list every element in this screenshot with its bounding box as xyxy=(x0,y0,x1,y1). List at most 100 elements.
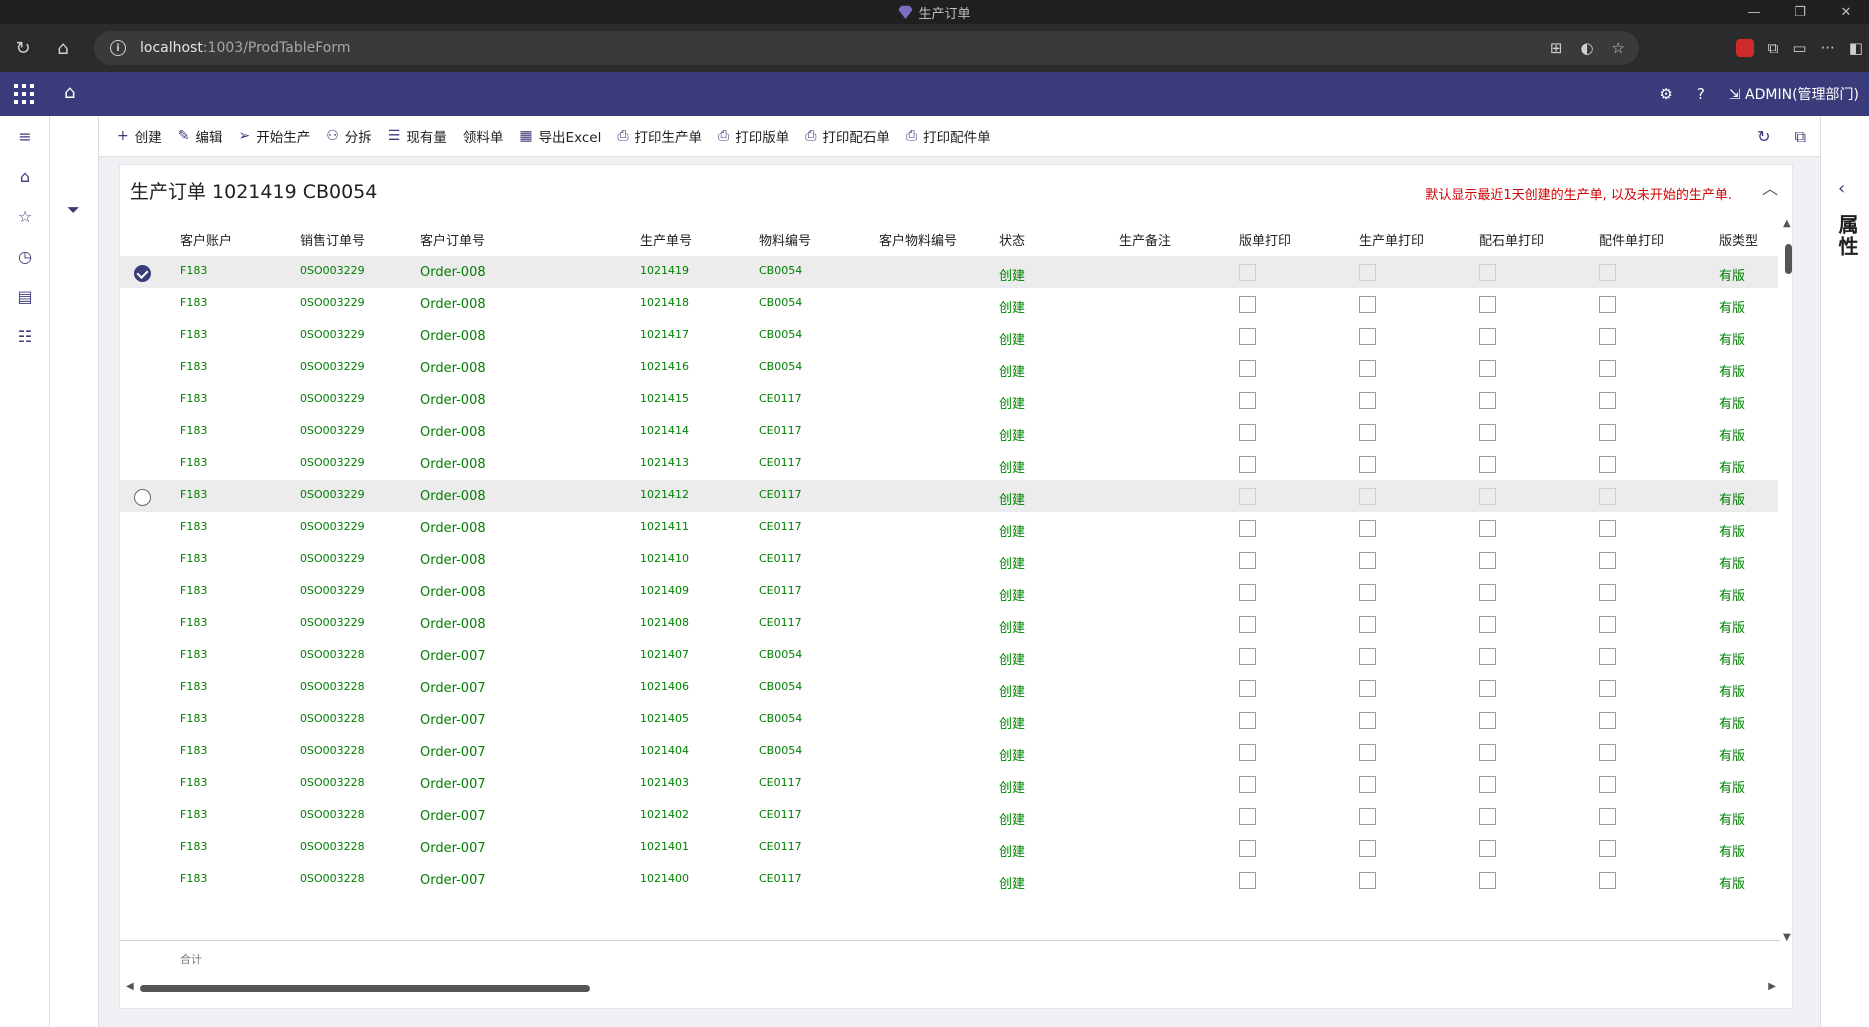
cell-type[interactable]: 有版 xyxy=(1719,777,1745,796)
cell-acct[interactable]: F183 xyxy=(180,424,207,437)
cell-acct[interactable]: F183 xyxy=(180,872,207,885)
cell-acct[interactable]: F183 xyxy=(180,392,207,405)
table-row[interactable]: F183 0SO003228 Order-007 1021402 CE0117 创建 有版 xyxy=(120,800,1778,832)
cell-item[interactable]: CE0117 xyxy=(759,616,802,629)
cell-cust-order[interactable]: Order-008 xyxy=(420,553,486,568)
cell-so[interactable]: 0SO003228 xyxy=(300,808,365,821)
cell-status[interactable]: 创建 xyxy=(999,777,1025,796)
hamburger-menu-icon[interactable]: ≡ xyxy=(15,126,35,146)
print-flag-checkbox[interactable] xyxy=(1359,744,1376,761)
print-flag-checkbox[interactable] xyxy=(1359,648,1376,665)
cell-type[interactable]: 有版 xyxy=(1719,361,1745,380)
print-flag-checkbox[interactable] xyxy=(1239,520,1256,537)
cell-item[interactable]: CE0117 xyxy=(759,424,802,437)
home-icon[interactable]: ⌂ xyxy=(64,82,75,103)
edit-button[interactable]: ✎ 编辑 xyxy=(178,126,223,146)
cell-so[interactable]: 0SO003229 xyxy=(300,520,365,533)
cell-acct[interactable]: F183 xyxy=(180,616,207,629)
cell-item[interactable]: CB0054 xyxy=(759,744,802,757)
print-flag-checkbox[interactable] xyxy=(1479,616,1496,633)
cell-type[interactable]: 有版 xyxy=(1719,521,1745,540)
print-flag-checkbox[interactable] xyxy=(1359,552,1376,569)
col-header[interactable]: 客户订单号 xyxy=(420,230,485,249)
cell-status[interactable]: 创建 xyxy=(999,393,1025,412)
cell-prod-no[interactable]: 1021404 xyxy=(640,744,689,757)
cell-prod-no[interactable]: 1021410 xyxy=(640,552,689,565)
app-available-icon[interactable]: ⊞ xyxy=(1550,39,1563,57)
cell-prod-no[interactable]: 1021412 xyxy=(640,488,689,501)
print-flag-checkbox[interactable] xyxy=(1599,584,1616,601)
print-flag-checkbox[interactable] xyxy=(1239,264,1256,281)
print-flag-checkbox[interactable] xyxy=(1479,296,1496,313)
print-flag-checkbox[interactable] xyxy=(1479,456,1496,473)
print-flag-checkbox[interactable] xyxy=(1239,744,1256,761)
cell-item[interactable]: CB0054 xyxy=(759,712,802,725)
print-flag-checkbox[interactable] xyxy=(1479,776,1496,793)
scroll-thumb[interactable] xyxy=(140,985,590,992)
print-flag-checkbox[interactable] xyxy=(1479,744,1496,761)
col-header[interactable]: 生产备注 xyxy=(1119,230,1171,249)
col-header[interactable]: 物料编号 xyxy=(759,230,811,249)
print-flag-checkbox[interactable] xyxy=(1359,488,1376,505)
cell-type[interactable]: 有版 xyxy=(1719,841,1745,860)
cell-cust-order[interactable]: Order-008 xyxy=(420,521,486,536)
cell-item[interactable]: CB0054 xyxy=(759,296,802,309)
cell-cust-order[interactable]: Order-007 xyxy=(420,713,486,728)
refresh-icon[interactable]: ↻ xyxy=(1757,127,1770,146)
cell-prod-no[interactable]: 1021408 xyxy=(640,616,689,629)
cell-cust-order[interactable]: Order-008 xyxy=(420,425,486,440)
cell-prod-no[interactable]: 1021406 xyxy=(640,680,689,693)
print-flag-checkbox[interactable] xyxy=(1239,776,1256,793)
table-row[interactable]: F183 0SO003229 Order-008 1021410 CE0117 创建 有版 xyxy=(120,544,1778,576)
print-flag-checkbox[interactable] xyxy=(1599,776,1616,793)
print-flag-checkbox[interactable] xyxy=(1599,808,1616,825)
cell-type[interactable]: 有版 xyxy=(1719,489,1745,508)
url-text[interactable]: localhost:1003/ProdTableForm xyxy=(140,40,350,56)
cell-status[interactable]: 创建 xyxy=(999,617,1025,636)
app-launcher-icon[interactable] xyxy=(14,84,34,104)
table-row[interactable]: F183 0SO003229 Order-008 1021418 CB0054 创建 有版 xyxy=(120,288,1778,320)
print-flag-checkbox[interactable] xyxy=(1239,872,1256,889)
table-row[interactable]: F183 0SO003228 Order-007 1021406 CB0054 创建 有版 xyxy=(120,672,1778,704)
print-flag-checkbox[interactable] xyxy=(1239,328,1256,345)
cell-cust-order[interactable]: Order-008 xyxy=(420,393,486,408)
cell-prod-no[interactable]: 1021418 xyxy=(640,296,689,309)
cell-so[interactable]: 0SO003229 xyxy=(300,328,365,341)
print-flag-checkbox[interactable] xyxy=(1479,264,1496,281)
print-flag-checkbox[interactable] xyxy=(1599,872,1616,889)
print-flag-checkbox[interactable] xyxy=(1599,616,1616,633)
cell-cust-order[interactable]: Order-008 xyxy=(420,585,486,600)
cell-prod-no[interactable]: 1021401 xyxy=(640,840,689,853)
cell-prod-no[interactable]: 1021413 xyxy=(640,456,689,469)
cell-status[interactable]: 创建 xyxy=(999,809,1025,828)
print-flag-checkbox[interactable] xyxy=(1359,616,1376,633)
reload-icon[interactable]: ↻ xyxy=(6,31,40,65)
cell-acct[interactable]: F183 xyxy=(180,744,207,757)
print-flag-checkbox[interactable] xyxy=(1359,264,1376,281)
cell-acct[interactable]: F183 xyxy=(180,360,207,373)
table-row[interactable]: F183 0SO003228 Order-007 1021403 CE0117 创建 有版 xyxy=(120,768,1778,800)
print-flag-checkbox[interactable] xyxy=(1239,456,1256,473)
site-info-icon[interactable]: i xyxy=(110,40,126,56)
table-row[interactable]: F183 0SO003229 Order-008 1021419 CB0054 创建 有版 xyxy=(120,256,1778,288)
cell-status[interactable]: 创建 xyxy=(999,649,1025,668)
cell-type[interactable]: 有版 xyxy=(1719,649,1745,668)
print-flag-checkbox[interactable] xyxy=(1479,392,1496,409)
cell-type[interactable]: 有版 xyxy=(1719,809,1745,828)
cell-so[interactable]: 0SO003229 xyxy=(300,456,365,469)
cell-item[interactable]: CB0054 xyxy=(759,264,802,277)
cell-so[interactable]: 0SO003228 xyxy=(300,872,365,885)
print-flag-checkbox[interactable] xyxy=(1479,840,1496,857)
print-flag-checkbox[interactable] xyxy=(1359,584,1376,601)
print-flag-checkbox[interactable] xyxy=(1359,296,1376,313)
col-header[interactable]: 配件单打印 xyxy=(1599,230,1664,249)
close-icon[interactable]: ✕ xyxy=(1823,0,1869,24)
cell-acct[interactable]: F183 xyxy=(180,680,207,693)
cell-prod-no[interactable]: 1021414 xyxy=(640,424,689,437)
print-flag-checkbox[interactable] xyxy=(1239,680,1256,697)
cell-type[interactable]: 有版 xyxy=(1719,553,1745,572)
print-flag-checkbox[interactable] xyxy=(1239,648,1256,665)
split-button[interactable]: ⚇ 分拆 xyxy=(326,126,372,146)
cell-item[interactable]: CE0117 xyxy=(759,552,802,565)
table-row[interactable]: F183 0SO003228 Order-007 1021400 CE0117 创建 有版 xyxy=(120,864,1778,896)
